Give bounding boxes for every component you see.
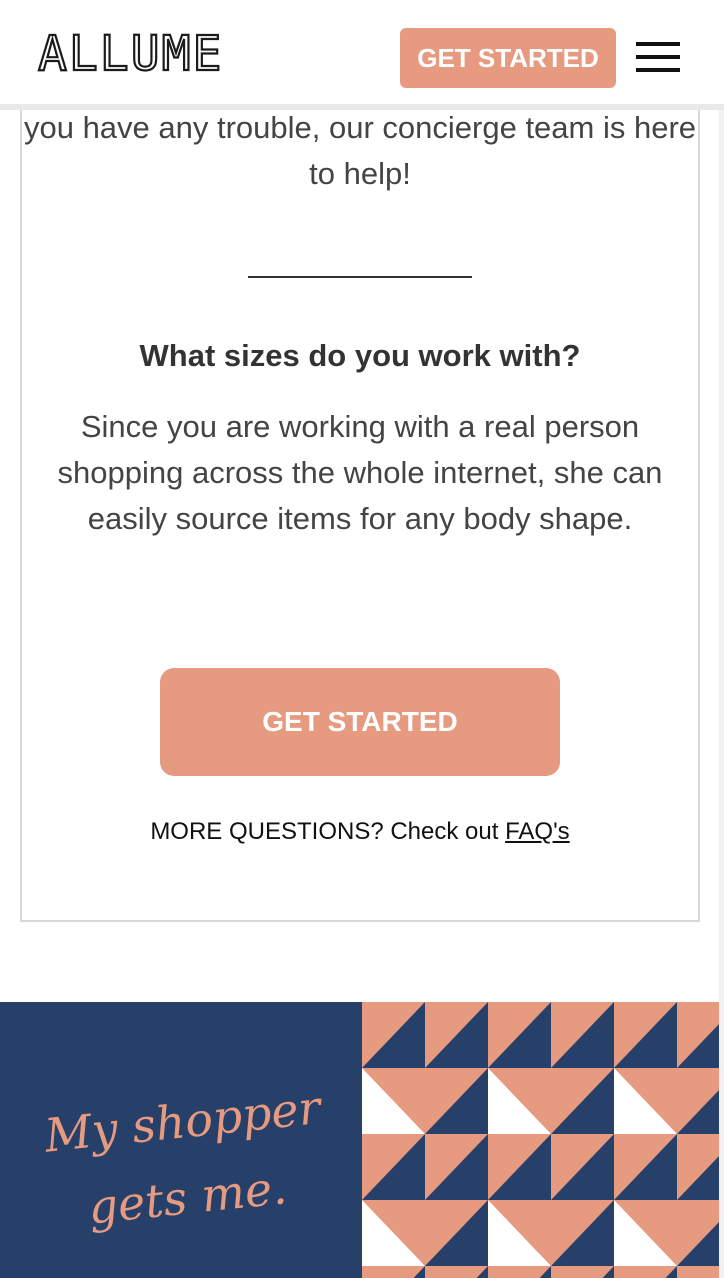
hamburger-menu-icon[interactable] <box>636 42 680 72</box>
section-divider <box>248 276 472 278</box>
more-questions-text: MORE QUESTIONS? Check out <box>150 818 506 845</box>
get-started-button[interactable]: GET STARTED <box>160 668 560 776</box>
faq-link[interactable]: FAQ's <box>505 818 570 845</box>
more-questions: MORE QUESTIONS? Check out FAQ's <box>20 818 700 846</box>
testimonial-banner: My shopper gets me. <box>0 1002 720 1278</box>
header-get-started-button[interactable]: GET STARTED <box>400 28 616 88</box>
allume-logo[interactable]: ALLUME <box>37 25 223 83</box>
faq-answer: Since you are working with a real person… <box>57 409 663 536</box>
intro-text: you have any trouble, our concierge team… <box>23 110 697 191</box>
site-header: ALLUME GET STARTED <box>0 0 724 110</box>
faq-question: What sizes do you work with? <box>139 338 581 373</box>
banner-tagline: My shopper gets me. <box>41 1067 355 1250</box>
banner-navy-panel: My shopper gets me. <box>0 1002 362 1278</box>
page-scrollbar[interactable] <box>719 110 724 1278</box>
geometric-pattern-image <box>362 1002 720 1278</box>
